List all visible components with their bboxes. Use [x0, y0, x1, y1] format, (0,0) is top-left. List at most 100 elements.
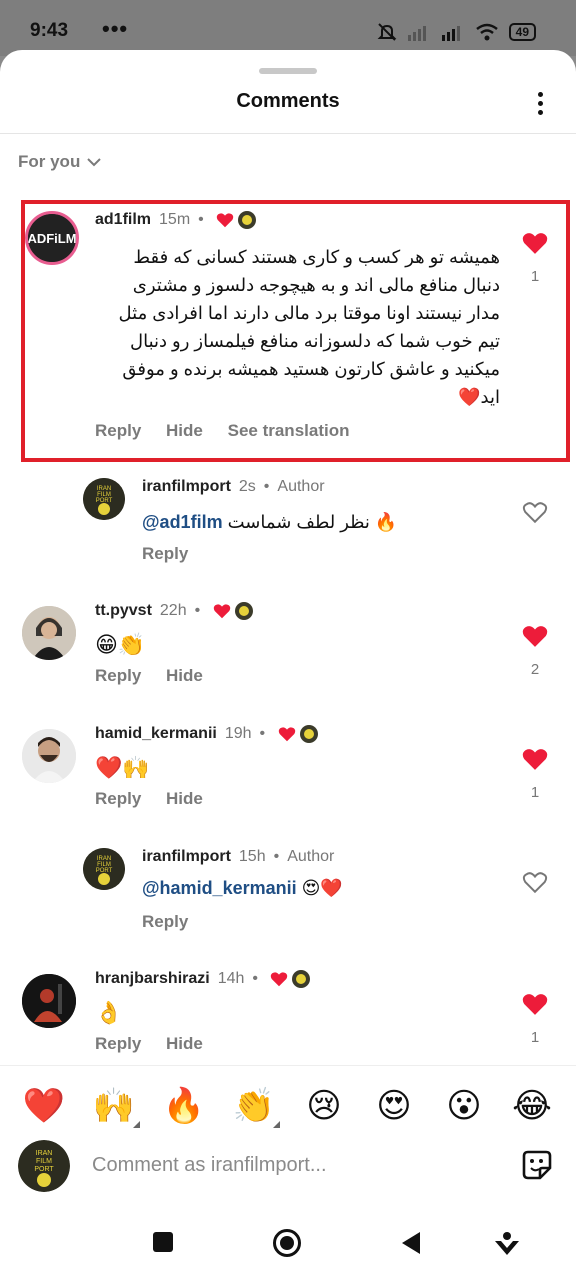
comment-actions: Reply Hide: [95, 789, 223, 809]
avatar[interactable]: [22, 974, 76, 1028]
like-button[interactable]: 1: [515, 992, 555, 1046]
heart-filled-icon: [522, 233, 548, 254]
author-badge: Author: [277, 478, 325, 495]
reply-time: 15h: [238, 848, 266, 865]
drag-handle[interactable]: [259, 68, 317, 74]
reply-button[interactable]: Reply: [142, 912, 188, 931]
see-translation-button[interactable]: See translation: [228, 421, 350, 440]
emoji-heart-button[interactable]: ❤️: [22, 1084, 66, 1128]
like-count: 1: [530, 784, 540, 801]
reply-button[interactable]: Reply: [142, 544, 188, 563]
avatar[interactable]: [22, 729, 76, 783]
hide-button[interactable]: Hide: [166, 421, 203, 440]
emoji-laugh-button[interactable]: 😂: [510, 1084, 554, 1128]
reply-text: @ad1film نظر لطف شماست 🔥: [142, 512, 398, 532]
more-options-icon[interactable]: [528, 92, 552, 118]
comment-time: 22h: [159, 602, 187, 620]
creator-avatar-icon: [238, 211, 257, 229]
home-icon[interactable]: [272, 1228, 302, 1258]
mute-icon: [377, 23, 397, 41]
avatar[interactable]: [22, 606, 76, 660]
hide-button[interactable]: Hide: [166, 1034, 203, 1053]
comment-actions: Reply Hide: [95, 1034, 223, 1054]
comment-username[interactable]: ad1film 15m •: [95, 211, 257, 229]
heart-filled-icon: [522, 749, 548, 770]
reply-button[interactable]: Reply: [95, 1034, 141, 1053]
reply-button[interactable]: Reply: [95, 421, 141, 440]
creator-heart-icon: [213, 604, 230, 619]
hide-button[interactable]: Hide: [166, 789, 203, 808]
like-count: 1: [530, 1029, 540, 1046]
creator-avatar-icon: [299, 725, 318, 743]
emoji-heart-eyes-button[interactable]: 😍: [372, 1084, 416, 1128]
signal-icon-2: [441, 26, 460, 41]
reply-text: @hamid_kermanii 😍❤️: [142, 878, 343, 898]
back-icon[interactable]: [400, 1231, 422, 1255]
comment-username[interactable]: tt.pyvst 22h •: [95, 602, 253, 620]
battery-icon: 49: [508, 23, 536, 41]
avatar[interactable]: IRAN FILM PORT: [83, 848, 125, 890]
sort-filter[interactable]: For you: [18, 152, 102, 172]
iranfilmport-logo: IRANFILMPORT: [83, 478, 125, 520]
sticker-icon[interactable]: [520, 1148, 554, 1182]
heart-filled-icon: [522, 626, 548, 647]
comment-username[interactable]: hranjbarshirazi 14h •: [95, 970, 311, 988]
comment-input[interactable]: Comment as iranfilmport...: [92, 1154, 327, 1177]
comment-username[interactable]: hamid_kermanii 19h •: [95, 725, 318, 743]
assistant-icon[interactable]: [494, 1231, 520, 1257]
heart-outline-icon: [522, 502, 548, 524]
emoji-fire-button[interactable]: 🔥: [162, 1084, 206, 1128]
heart-outline-icon: [522, 872, 548, 894]
comment-actions: Reply Hide: [95, 666, 223, 686]
reply-actions: Reply: [142, 544, 208, 564]
mention-link[interactable]: @hamid_kermanii: [142, 878, 297, 898]
like-button[interactable]: [515, 500, 555, 529]
system-nav-bar: [0, 1215, 576, 1280]
svg-text:PORT: PORT: [34, 1166, 54, 1173]
author-badge: Author: [287, 848, 335, 865]
chevron-down-icon: [87, 158, 102, 167]
hide-button[interactable]: Hide: [166, 666, 203, 685]
like-button[interactable]: 1: [515, 231, 555, 285]
svg-text:FILM: FILM: [36, 1158, 52, 1165]
creator-avatar-icon: [292, 970, 311, 988]
user-photo: [22, 729, 76, 783]
user-photo: [22, 974, 76, 1028]
reply-button[interactable]: Reply: [95, 789, 141, 808]
emoji-cry-button[interactable]: 😢: [302, 1084, 346, 1128]
comment-text: 👌: [95, 1000, 123, 1025]
avatar[interactable]: ADFiLM: [25, 211, 79, 265]
wifi-icon: [475, 23, 498, 41]
sort-filter-label: For you: [18, 152, 81, 171]
svg-text:ADFiLM: ADFiLM: [28, 231, 76, 246]
reply-actions: Reply: [142, 912, 208, 932]
mention-link[interactable]: @ad1film: [142, 512, 223, 532]
like-button[interactable]: 1: [515, 747, 555, 801]
like-button[interactable]: [515, 870, 555, 899]
page-title: Comments: [236, 90, 340, 112]
reply-button[interactable]: Reply: [95, 666, 141, 685]
status-time: 9:43: [30, 20, 69, 41]
emoji-raised-hands-button[interactable]: 🙌: [92, 1084, 140, 1128]
emoji-wow-button[interactable]: 😮: [442, 1084, 486, 1128]
comment-text: ❤️🙌: [95, 755, 150, 780]
comment-composer: IRAN FILM PORT Comment as iranfilmport...: [0, 1134, 576, 1198]
like-count: 2: [530, 661, 540, 678]
quick-emoji-bar: ❤️ 🙌 🔥 👏 😢 😍 😮 😂: [0, 1065, 576, 1137]
comment-time: 19h: [224, 725, 252, 743]
emoji-clap-button[interactable]: 👏: [232, 1084, 280, 1128]
status-icons: 49: [377, 22, 536, 42]
comment-time: 14h: [217, 970, 245, 988]
comment-text: همیشه تو هر کسب و کاری هستند کسانی که فق…: [118, 247, 500, 407]
like-button[interactable]: 2: [515, 624, 555, 678]
like-count: 1: [530, 268, 540, 285]
adfilm-logo: ADFiLM: [28, 214, 76, 262]
iranfilmport-logo: IRANFILMPORT: [83, 848, 125, 890]
recents-icon[interactable]: [152, 1231, 174, 1253]
reply-time: 2s: [238, 478, 256, 495]
reply-username[interactable]: iranfilmport 2s • Author: [142, 478, 325, 496]
creator-heart-icon: [278, 727, 295, 742]
creator-heart-icon: [271, 972, 288, 987]
avatar[interactable]: IRAN FILM PORT: [83, 478, 125, 520]
reply-username[interactable]: iranfilmport 15h • Author: [142, 848, 334, 866]
